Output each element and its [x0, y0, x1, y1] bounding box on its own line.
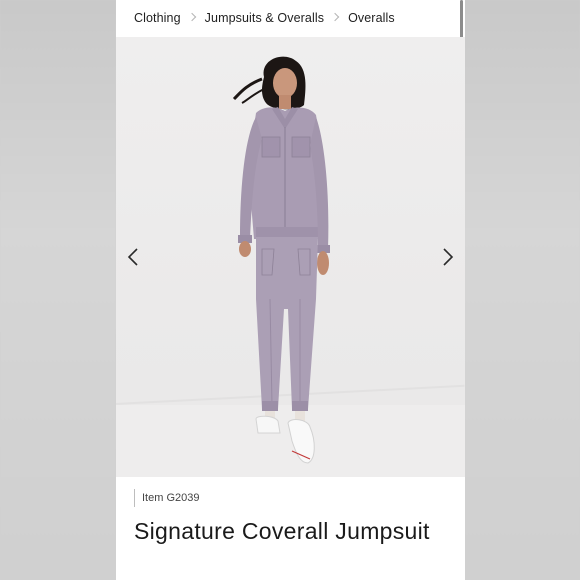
chevron-right-icon	[443, 248, 454, 266]
product-image-gallery[interactable]	[116, 37, 465, 477]
chevron-right-icon	[187, 12, 196, 22]
product-photo-model	[232, 56, 330, 464]
blurred-side-left	[0, 0, 116, 580]
breadcrumb: Clothing Jumpsuits & Overalls Overalls	[116, 0, 465, 36]
breadcrumb-clothing[interactable]: Clothing	[134, 11, 181, 25]
blurred-side-right	[464, 0, 580, 580]
item-number: Item G2039	[134, 489, 199, 507]
breadcrumb-overalls[interactable]: Overalls	[348, 11, 395, 25]
gallery-next-button[interactable]	[437, 247, 457, 267]
gallery-prev-button[interactable]	[124, 247, 144, 267]
product-title: Signature Coverall Jumpsuit	[134, 518, 430, 544]
chevron-left-icon	[127, 248, 138, 266]
chevron-right-icon	[330, 12, 340, 22]
breadcrumb-jumpsuits-overalls[interactable]: Jumpsuits & Overalls	[205, 11, 324, 25]
product-page: Clothing Jumpsuits & Overalls Overalls I…	[116, 0, 465, 580]
